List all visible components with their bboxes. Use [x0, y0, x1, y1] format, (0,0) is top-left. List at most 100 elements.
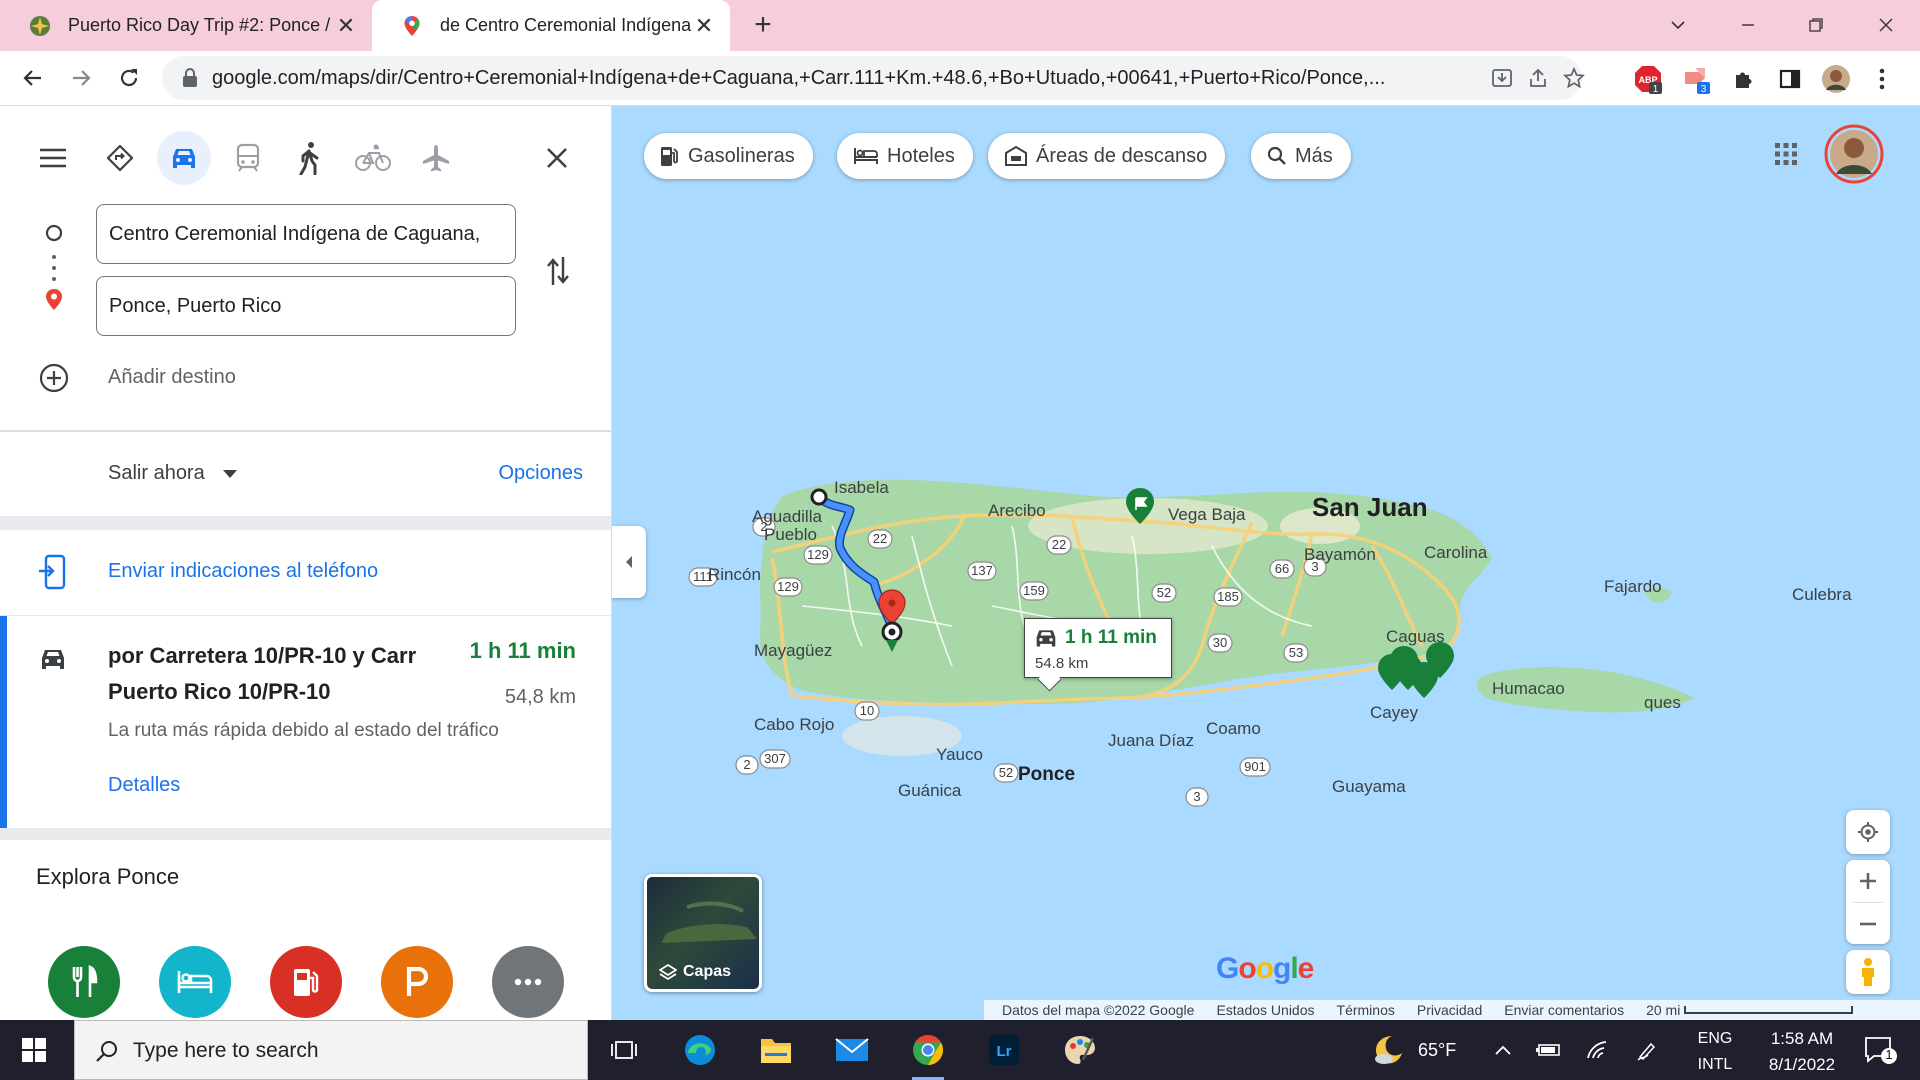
- street-view-pegman-button[interactable]: [1846, 950, 1890, 994]
- clock-date: 8/1/2022: [1768, 1055, 1836, 1074]
- swap-waypoints-button[interactable]: [543, 251, 573, 291]
- explore-hotels-button[interactable]: [159, 946, 231, 1018]
- more-dots-icon: [514, 978, 542, 986]
- chip-more[interactable]: Más: [1251, 133, 1351, 179]
- restore-button[interactable]: [1796, 8, 1836, 42]
- mail-app[interactable]: [830, 1028, 874, 1072]
- options-button[interactable]: Opciones: [499, 462, 584, 485]
- svg-text:ques: ques: [1644, 693, 1681, 712]
- input-language-indicator[interactable]: ENG INTL: [1688, 1026, 1742, 1078]
- route-option[interactable]: por Carretera 10/PR-10 y Carr Puerto Ric…: [0, 616, 611, 828]
- start-button[interactable]: [22, 1038, 46, 1062]
- side-panel-icon[interactable]: [1774, 63, 1806, 95]
- layers-button[interactable]: Capas: [644, 874, 762, 992]
- svg-text:Bayamón: Bayamón: [1304, 545, 1376, 564]
- svg-text:Isabela: Isabela: [834, 478, 889, 497]
- taskbar-search-box[interactable]: Type here to search: [74, 1020, 588, 1080]
- mode-flights-button[interactable]: [409, 131, 463, 185]
- send-feedback-link[interactable]: Enviar comentarios: [1504, 1002, 1624, 1018]
- explore-more-button[interactable]: [492, 946, 564, 1018]
- tab-search-icon[interactable]: [1658, 8, 1698, 42]
- svg-text:159: 159: [1023, 583, 1045, 598]
- weather-widget[interactable]: 65°F: [1372, 1020, 1456, 1080]
- adblock-extension-icon[interactable]: ABP 1: [1632, 63, 1664, 95]
- region-link[interactable]: Estados Unidos: [1216, 1002, 1314, 1018]
- taskbar-search-placeholder: Type here to search: [133, 1039, 319, 1062]
- address-bar[interactable]: google.com/maps/dir/Centro+Ceremonial+In…: [162, 56, 1585, 100]
- install-app-icon[interactable]: [1488, 64, 1516, 92]
- close-window-button[interactable]: [1866, 8, 1906, 42]
- translate-extension-icon[interactable]: 3: [1680, 63, 1712, 95]
- back-button[interactable]: [16, 61, 50, 95]
- add-destination-button[interactable]: [38, 362, 70, 394]
- send-to-phone-icon: [39, 554, 66, 590]
- close-directions-button[interactable]: [530, 131, 584, 185]
- extensions-puzzle-icon[interactable]: [1728, 63, 1760, 95]
- edge-app[interactable]: [678, 1028, 722, 1072]
- new-tab-button[interactable]: +: [748, 10, 778, 40]
- paint-app[interactable]: [1058, 1028, 1102, 1072]
- send-to-phone-row[interactable]: Enviar indicaciones al teléfono: [0, 530, 611, 616]
- terms-link[interactable]: Términos: [1337, 1002, 1395, 1018]
- depart-time-dropdown[interactable]: Salir ahora: [108, 462, 237, 485]
- mode-driving-button[interactable]: [157, 131, 211, 185]
- lightroom-app[interactable]: Lr: [982, 1028, 1026, 1072]
- origin-input[interactable]: Centro Ceremonial Indígena de Caguana,: [96, 204, 516, 264]
- menu-button[interactable]: [26, 131, 80, 185]
- zoom-in-button[interactable]: [1846, 860, 1890, 902]
- profile-avatar[interactable]: [1820, 63, 1852, 95]
- file-explorer-app[interactable]: [754, 1028, 798, 1072]
- chip-gas-stations[interactable]: Gasolineras: [644, 133, 813, 179]
- google-apps-button[interactable]: [1768, 136, 1804, 172]
- chip-rest-areas[interactable]: Áreas de descanso: [988, 133, 1226, 179]
- battery-icon-button[interactable]: [1536, 1020, 1562, 1080]
- explore-title: Explora Ponce: [36, 864, 180, 889]
- chrome-app[interactable]: [906, 1028, 950, 1080]
- bookmark-star-icon[interactable]: [1560, 64, 1588, 92]
- chip-hotels[interactable]: Hoteles: [837, 133, 973, 179]
- mode-cycling-button[interactable]: [346, 131, 400, 185]
- edge-icon: [685, 1035, 715, 1065]
- privacy-link[interactable]: Privacidad: [1417, 1002, 1482, 1018]
- share-icon[interactable]: [1524, 64, 1552, 92]
- task-view-button[interactable]: [602, 1028, 646, 1072]
- chip-label: Áreas de descanso: [1036, 144, 1208, 167]
- mode-transit-button[interactable]: [221, 131, 275, 185]
- close-tab-icon[interactable]: ✕: [692, 13, 716, 38]
- map-canvas[interactable]: 2 22 129 22 111 129 137 159 66 3 52 185 …: [612, 106, 1920, 1020]
- scale-label[interactable]: 20 mi: [1646, 1002, 1680, 1018]
- tab-puerto-rico-day-trip[interactable]: Puerto Rico Day Trip #2: Ponce / ✕: [0, 0, 372, 51]
- map-data-credit: Datos del mapa ©2022 Google: [1002, 1002, 1195, 1018]
- network-icon-button[interactable]: [1586, 1020, 1610, 1080]
- route-duration-bubble[interactable]: 1 h 11 min 54.8 km: [1024, 618, 1172, 678]
- minimize-button[interactable]: [1728, 8, 1768, 42]
- my-location-button[interactable]: [1846, 810, 1890, 854]
- taskbar-clock[interactable]: 1:58 AM 8/1/2022: [1752, 1026, 1852, 1078]
- chevron-left-icon: [626, 556, 632, 568]
- zoom-out-button[interactable]: [1846, 903, 1890, 944]
- route-details-link[interactable]: Detalles: [108, 774, 180, 797]
- svg-text:Vega Baja: Vega Baja: [1168, 505, 1246, 524]
- forward-button[interactable]: [64, 61, 98, 95]
- mode-best-route-button[interactable]: [93, 131, 147, 185]
- mode-walking-button[interactable]: [283, 131, 337, 185]
- close-tab-icon[interactable]: ✕: [334, 13, 358, 38]
- show-hidden-icons-button[interactable]: [1494, 1020, 1512, 1080]
- tab-google-maps[interactable]: de Centro Ceremonial Indígena d ✕: [372, 0, 730, 51]
- account-avatar[interactable]: [1824, 124, 1884, 184]
- explore-restaurants-button[interactable]: [48, 946, 120, 1018]
- depart-label: Salir ahora: [108, 462, 205, 484]
- destination-input[interactable]: Ponce, Puerto Rico: [96, 276, 516, 336]
- svg-text:22: 22: [1052, 537, 1066, 552]
- my-location-icon: [1858, 822, 1878, 842]
- explore-gas-stations-button[interactable]: [270, 946, 342, 1018]
- add-destination-label[interactable]: Añadir destino: [108, 366, 236, 389]
- chrome-menu-icon[interactable]: [1866, 63, 1898, 95]
- reload-button[interactable]: [112, 61, 146, 95]
- explore-parking-button[interactable]: [381, 946, 453, 1018]
- notifications-button[interactable]: 1: [1862, 1034, 1898, 1066]
- pen-icon-button[interactable]: [1636, 1020, 1658, 1080]
- google-maps-favicon-icon: [404, 15, 420, 36]
- windows-taskbar: Type here to search Lr 65°F ENG INTL 1:5…: [0, 1020, 1920, 1080]
- collapse-panel-button[interactable]: [612, 526, 646, 598]
